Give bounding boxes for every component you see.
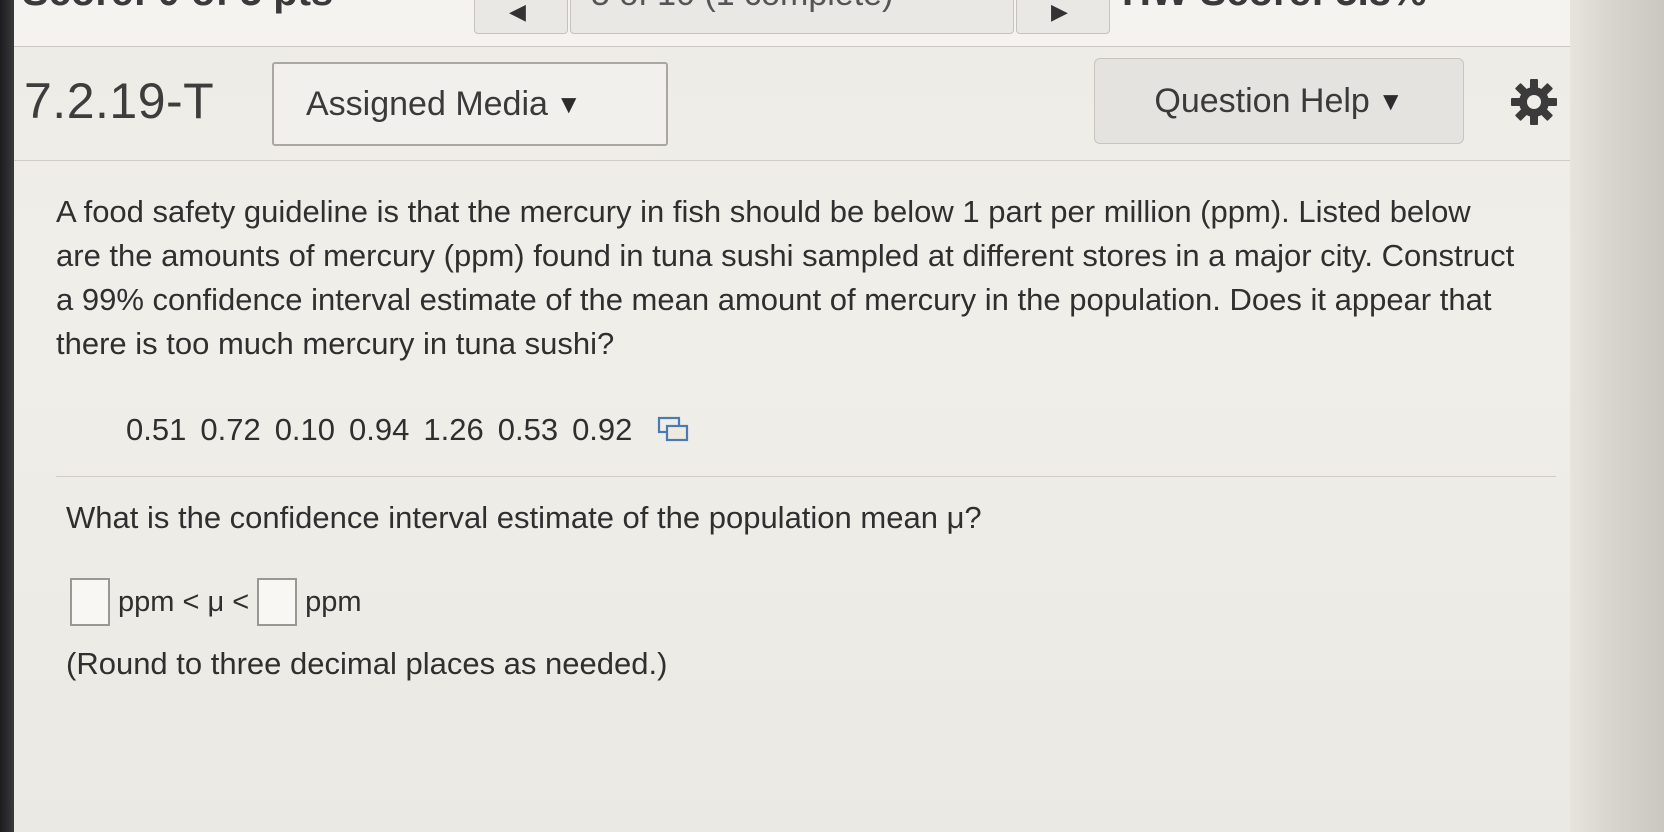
body-divider	[56, 476, 1556, 477]
upper-bound-input[interactable]	[257, 578, 298, 626]
arrow-right-icon: ▶	[1051, 0, 1068, 24]
data-value: 0.53	[497, 412, 559, 447]
question-progress-text: 5 of 10 (1 complete)	[591, 0, 991, 14]
question-text: A food safety guideline is that the merc…	[56, 194, 1515, 361]
assigned-media-button[interactable]: Assigned Media ▼	[272, 62, 668, 146]
lower-bound-input[interactable]	[70, 578, 110, 626]
data-value: 1.26	[423, 412, 484, 447]
data-value: 0.94	[349, 412, 410, 447]
question-selector[interactable]: 5 of 10 (1 complete)	[570, 0, 1014, 34]
caret-down-icon: ▼	[555, 88, 582, 119]
caret-down-icon: ▼	[1377, 85, 1404, 116]
answer-unit-label: ppm < μ <	[118, 585, 250, 618]
data-value: 0.92	[572, 412, 633, 447]
data-value: 0.10	[274, 412, 336, 447]
assigned-media-label: Assigned Media	[306, 84, 548, 123]
previous-question-button[interactable]: ◀	[474, 0, 568, 34]
question-help-button[interactable]: Question Help ▼	[1094, 58, 1464, 144]
rounding-note: (Round to three decimal places as needed…	[66, 646, 668, 681]
screen-bezel-left	[0, 0, 14, 832]
header-divider	[14, 160, 1570, 161]
arrow-left-icon: ◀	[509, 0, 526, 24]
data-values-row: 0.51 0.72 0.10 0.94 1.26 0.53 0.92	[126, 412, 690, 448]
answer-unit-label-end: ppm	[305, 585, 362, 618]
copy-data-icon[interactable]	[656, 415, 690, 445]
question-help-label: Question Help	[1154, 81, 1370, 120]
gear-icon[interactable]	[1508, 76, 1560, 128]
screen-bezel-right	[1570, 0, 1664, 832]
question-id: 7.2.19-T	[24, 73, 215, 129]
question-prompt: What is the confidence interval estimate…	[66, 500, 982, 535]
hw-score-text: HW Score: 5.8%	[1122, 0, 1427, 15]
score-text: Score: 0 of 5 pts	[22, 0, 333, 15]
data-value: 0.51	[126, 412, 187, 447]
data-value: 0.72	[200, 412, 261, 447]
screen: Score: 0 of 5 pts ◀ 5 of 10 (1 complete)…	[14, 0, 1570, 832]
answer-row: ppm < μ < ppm	[70, 578, 370, 626]
next-question-button[interactable]: ▶	[1016, 0, 1110, 34]
top-navigation-bar: Score: 0 of 5 pts ◀ 5 of 10 (1 complete)…	[14, 0, 1570, 47]
